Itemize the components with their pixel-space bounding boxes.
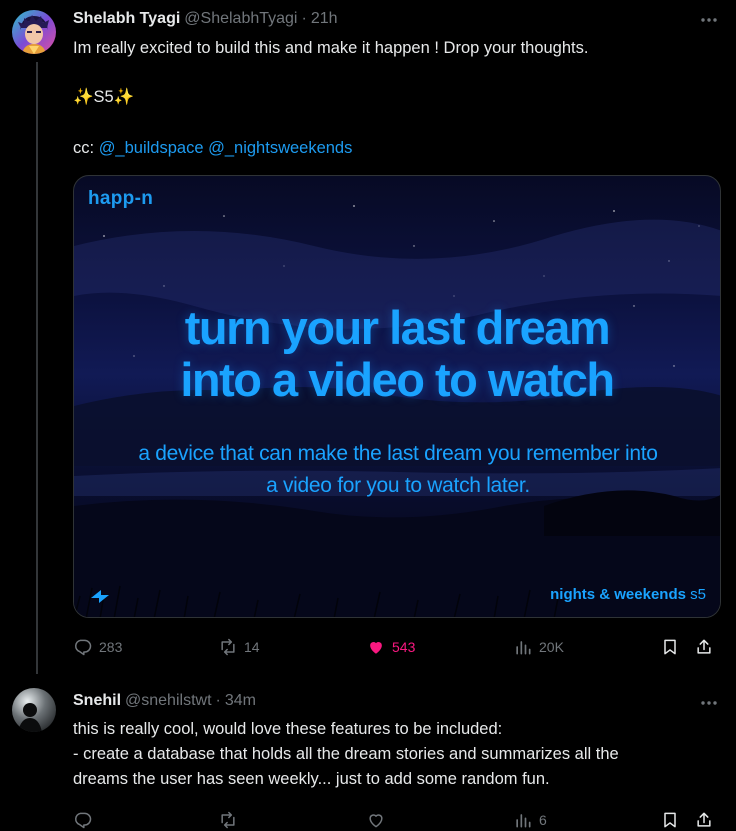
tweet-actions: 283 14 543 20K (73, 632, 723, 662)
retweet-count: 14 (244, 639, 260, 655)
tweet-actions: 6 (73, 805, 723, 831)
share-icon (697, 812, 711, 827)
tweet-header: Snehil @snehilstwt · 34m (73, 692, 256, 710)
media-subheadline-line: a video for you to watch later. (266, 474, 530, 497)
media-subheadline-line: a device that can make the last dream yo… (138, 442, 658, 465)
like-count: 543 (392, 639, 416, 655)
tweet-header: Shelabh Tyagi @ShelabhTyagi · 21h (73, 10, 338, 28)
like-button[interactable] (366, 805, 392, 831)
tweet-timestamp[interactable]: 21h (311, 10, 338, 28)
heart-icon (369, 814, 383, 828)
bookmark-button[interactable] (660, 805, 686, 831)
header-separator: · (301, 10, 307, 27)
media-brand-label: happ-n (88, 188, 154, 209)
media-headline-line: into a video to watch (180, 353, 615, 406)
tweet-text-line: ✨S5✨ (73, 88, 135, 106)
avatar[interactable] (12, 10, 56, 54)
more-icon (701, 701, 717, 705)
tweet-text-line: Im really excited to build this and make… (73, 39, 589, 57)
tweet-text-line: this is really cool, would love these fe… (73, 720, 503, 738)
footer-season: s5 (690, 586, 706, 603)
tweet-media-image[interactable]: happ-n turn your last dream into a video… (73, 175, 721, 618)
reply-icon (75, 639, 92, 656)
views-count: 20K (539, 639, 564, 655)
tweet-text-line: - create a database that holds all the d… (73, 745, 619, 763)
author-name[interactable]: Shelabh Tyagi (73, 10, 180, 28)
tweet-main[interactable]: Shelabh Tyagi @ShelabhTyagi · 21h Im rea… (0, 0, 736, 674)
views-count: 6 (539, 812, 547, 828)
bookmark-icon (664, 812, 676, 828)
reply-button[interactable] (73, 805, 99, 831)
media-footer-brand: nights & weekends s5 (550, 586, 706, 603)
views-button[interactable]: 20K (513, 632, 564, 662)
more-options-button[interactable] (698, 9, 720, 31)
retweet-icon (221, 811, 235, 829)
share-icon (697, 639, 711, 654)
header-separator: · (215, 692, 221, 709)
avatar-image (12, 10, 56, 54)
retweet-button[interactable]: 14 (218, 632, 260, 662)
views-icon (516, 814, 531, 828)
tweet-cc-line: cc: @_buildspace @_nightsweekends (73, 136, 723, 160)
more-icon (701, 18, 717, 22)
bookmark-icon (664, 639, 676, 655)
reply-count: 283 (99, 639, 123, 655)
more-options-button[interactable] (698, 692, 720, 714)
like-button[interactable]: 543 (366, 632, 415, 662)
bookmark-button[interactable] (660, 632, 686, 662)
thread-connector-line (36, 62, 38, 674)
author-name[interactable]: Snehil (73, 692, 121, 710)
retweet-icon (221, 638, 235, 656)
reply-icon (75, 812, 92, 829)
author-handle[interactable]: @snehilstwt (125, 692, 212, 710)
tweet-text-line: dreams the user has seen weekly... just … (73, 770, 550, 788)
tweet-reply[interactable]: Snehil @snehilstwt · 34m this is really … (0, 674, 736, 831)
avatar-image (12, 688, 56, 732)
mention-link[interactable]: @_nightsweekends (208, 139, 352, 157)
views-button[interactable]: 6 (513, 805, 547, 831)
footer-brand-name: nights & weekends (550, 586, 686, 603)
buildspace-logo-icon (91, 590, 109, 603)
share-button[interactable] (694, 632, 720, 662)
share-button[interactable] (694, 805, 720, 831)
author-handle[interactable]: @ShelabhTyagi (184, 10, 297, 28)
mention-link[interactable]: @_buildspace (99, 139, 204, 157)
cc-label: cc: (73, 139, 95, 157)
heart-icon (370, 642, 382, 654)
media-headline: turn your last dream into a video to wat… (74, 302, 720, 406)
tweet-timestamp[interactable]: 34m (225, 692, 256, 710)
media-subheadline: a device that can make the last dream yo… (114, 438, 682, 502)
views-icon (516, 641, 531, 655)
avatar[interactable] (12, 688, 56, 732)
retweet-button[interactable] (218, 805, 244, 831)
media-headline-line: turn your last dream (184, 301, 611, 354)
reply-button[interactable]: 283 (73, 632, 122, 662)
